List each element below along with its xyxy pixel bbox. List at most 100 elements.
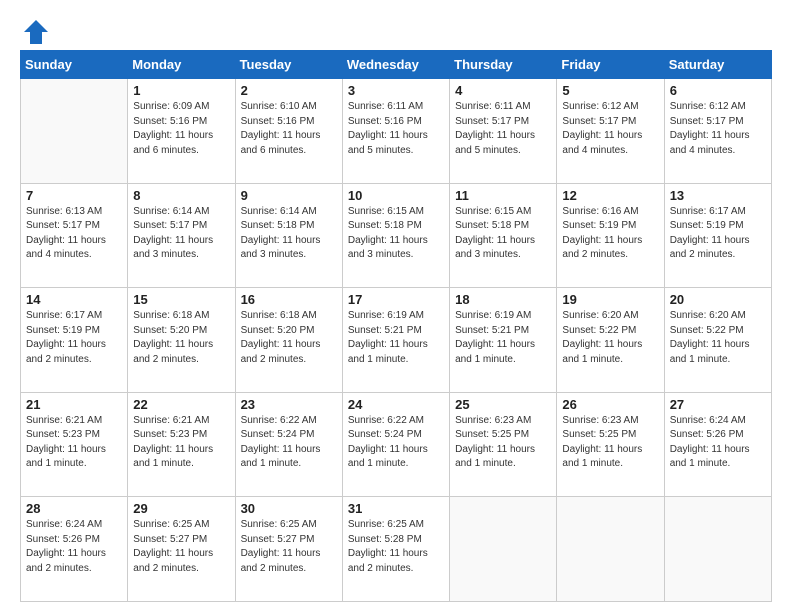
calendar-cell: 22 Sunrise: 6:21 AM Sunset: 5:23 PM Dayli… — [128, 392, 235, 497]
day-info: Sunrise: 6:25 AM Sunset: 5:27 PM Dayligh… — [241, 518, 337, 576]
weekday-header-row: SundayMondayTuesdayWednesdayThursdayFrid… — [21, 51, 772, 79]
calendar-cell: 4Sunrise: 6:11 AM Sunset: 5:17 PM Daylig… — [450, 79, 557, 184]
day-number: 19 — [562, 292, 658, 307]
day-number: 1 — [133, 83, 229, 98]
day-number: 4 — [455, 83, 551, 98]
calendar-cell — [557, 497, 664, 602]
day-info: Sunrise: 6:17 AM Sunset: 5:19 PM Dayligh… — [670, 205, 766, 263]
day-info: Sunrise: 6:21 AM Sunset: 5:23 PM Dayligh… — [133, 414, 229, 472]
calendar-week-3: 14 Sunrise: 6:17 AM Sunset: 5:19 PM Dayli… — [21, 288, 772, 393]
day-number: 29 — [133, 501, 229, 516]
day-info: Sunrise: 6:24 AM Sunset: 5:26 PM Dayligh… — [670, 414, 766, 472]
day-info: Sunrise: 6:24 AM Sunset: 5:26 PM Dayligh… — [26, 518, 122, 576]
calendar-week-1: 1 Sunrise: 6:09 AM Sunset: 5:16 PM Daylig… — [21, 79, 772, 184]
calendar-cell: 19 Sunrise: 6:20 AM Sunset: 5:22 PM Dayli… — [557, 288, 664, 393]
day-number: 11 — [455, 188, 551, 203]
calendar-cell: 28 Sunrise: 6:24 AM Sunset: 5:26 PM Dayli… — [21, 497, 128, 602]
day-number: 14 — [26, 292, 122, 307]
day-info: Sunrise: 6:13 AM Sunset: 5:17 PM Dayligh… — [26, 205, 122, 263]
day-info: Sunrise: 6:18 AM Sunset: 5:20 PM Dayligh… — [133, 309, 229, 367]
day-info: Sunrise: 6:15 AM Sunset: 5:18 PM Dayligh… — [348, 205, 444, 263]
weekday-header-monday: Monday — [128, 51, 235, 79]
day-info: Sunrise: 6:22 AM Sunset: 5:24 PM Dayligh… — [348, 414, 444, 472]
day-info: Sunrise: 6:09 AM Sunset: 5:16 PM Dayligh… — [133, 100, 229, 158]
day-number: 27 — [670, 397, 766, 412]
calendar-cell — [21, 79, 128, 184]
day-info: Sunrise: 6:11 AM Sunset: 5:16 PM Dayligh… — [348, 100, 444, 158]
logo — [20, 18, 50, 42]
day-info: Sunrise: 6:16 AM Sunset: 5:19 PM Dayligh… — [562, 205, 658, 263]
calendar-cell: 6Sunrise: 6:12 AM Sunset: 5:17 PM Daylig… — [664, 79, 771, 184]
day-number: 7 — [26, 188, 122, 203]
day-info: Sunrise: 6:12 AM Sunset: 5:17 PM Dayligh… — [670, 100, 766, 158]
calendar-cell: 24 Sunrise: 6:22 AM Sunset: 5:24 PM Dayli… — [342, 392, 449, 497]
day-number: 28 — [26, 501, 122, 516]
calendar-cell: 23 Sunrise: 6:22 AM Sunset: 5:24 PM Dayli… — [235, 392, 342, 497]
page: SundayMondayTuesdayWednesdayThursdayFrid… — [0, 0, 792, 612]
day-number: 10 — [348, 188, 444, 203]
day-number: 31 — [348, 501, 444, 516]
day-number: 16 — [241, 292, 337, 307]
header — [20, 18, 772, 42]
day-info: Sunrise: 6:10 AM Sunset: 5:16 PM Dayligh… — [241, 100, 337, 158]
day-number: 9 — [241, 188, 337, 203]
calendar-week-5: 28 Sunrise: 6:24 AM Sunset: 5:26 PM Dayli… — [21, 497, 772, 602]
calendar-week-4: 21 Sunrise: 6:21 AM Sunset: 5:23 PM Dayli… — [21, 392, 772, 497]
calendar-cell: 11 Sunrise: 6:15 AM Sunset: 5:18 PM Dayli… — [450, 183, 557, 288]
day-number: 21 — [26, 397, 122, 412]
day-info: Sunrise: 6:15 AM Sunset: 5:18 PM Dayligh… — [455, 205, 551, 263]
calendar-cell: 25 Sunrise: 6:23 AM Sunset: 5:25 PM Dayli… — [450, 392, 557, 497]
calendar-cell: 17Sunrise: 6:19 AM Sunset: 5:21 PM Dayli… — [342, 288, 449, 393]
calendar-cell: 9 Sunrise: 6:14 AM Sunset: 5:18 PM Daylig… — [235, 183, 342, 288]
day-info: Sunrise: 6:23 AM Sunset: 5:25 PM Dayligh… — [455, 414, 551, 472]
logo-icon — [22, 18, 50, 46]
calendar-cell: 15 Sunrise: 6:18 AM Sunset: 5:20 PM Dayli… — [128, 288, 235, 393]
day-info: Sunrise: 6:17 AM Sunset: 5:19 PM Dayligh… — [26, 309, 122, 367]
calendar-cell: 29Sunrise: 6:25 AM Sunset: 5:27 PM Dayli… — [128, 497, 235, 602]
day-number: 23 — [241, 397, 337, 412]
day-number: 8 — [133, 188, 229, 203]
calendar-cell: 1 Sunrise: 6:09 AM Sunset: 5:16 PM Daylig… — [128, 79, 235, 184]
calendar-cell: 5 Sunrise: 6:12 AM Sunset: 5:17 PM Daylig… — [557, 79, 664, 184]
day-info: Sunrise: 6:14 AM Sunset: 5:18 PM Dayligh… — [241, 205, 337, 263]
calendar-cell: 12 Sunrise: 6:16 AM Sunset: 5:19 PM Dayli… — [557, 183, 664, 288]
day-number: 3 — [348, 83, 444, 98]
day-info: Sunrise: 6:19 AM Sunset: 5:21 PM Dayligh… — [455, 309, 551, 367]
calendar-cell: 27 Sunrise: 6:24 AM Sunset: 5:26 PM Dayli… — [664, 392, 771, 497]
day-info: Sunrise: 6:18 AM Sunset: 5:20 PM Dayligh… — [241, 309, 337, 367]
calendar-cell — [450, 497, 557, 602]
calendar-cell: 8 Sunrise: 6:14 AM Sunset: 5:17 PM Daylig… — [128, 183, 235, 288]
day-info: Sunrise: 6:21 AM Sunset: 5:23 PM Dayligh… — [26, 414, 122, 472]
day-number: 15 — [133, 292, 229, 307]
day-number: 24 — [348, 397, 444, 412]
day-number: 25 — [455, 397, 551, 412]
weekday-header-thursday: Thursday — [450, 51, 557, 79]
calendar-cell: 14 Sunrise: 6:17 AM Sunset: 5:19 PM Dayli… — [21, 288, 128, 393]
calendar-cell: 26Sunrise: 6:23 AM Sunset: 5:25 PM Dayli… — [557, 392, 664, 497]
day-number: 5 — [562, 83, 658, 98]
day-number: 22 — [133, 397, 229, 412]
weekday-header-friday: Friday — [557, 51, 664, 79]
calendar-cell — [664, 497, 771, 602]
day-info: Sunrise: 6:23 AM Sunset: 5:25 PM Dayligh… — [562, 414, 658, 472]
calendar-cell: 20Sunrise: 6:20 AM Sunset: 5:22 PM Dayli… — [664, 288, 771, 393]
calendar-cell: 18Sunrise: 6:19 AM Sunset: 5:21 PM Dayli… — [450, 288, 557, 393]
calendar-cell: 16 Sunrise: 6:18 AM Sunset: 5:20 PM Dayli… — [235, 288, 342, 393]
calendar-cell: 2Sunrise: 6:10 AM Sunset: 5:16 PM Daylig… — [235, 79, 342, 184]
calendar-week-2: 7 Sunrise: 6:13 AM Sunset: 5:17 PM Daylig… — [21, 183, 772, 288]
calendar-cell: 21 Sunrise: 6:21 AM Sunset: 5:23 PM Dayli… — [21, 392, 128, 497]
day-info: Sunrise: 6:12 AM Sunset: 5:17 PM Dayligh… — [562, 100, 658, 158]
weekday-header-tuesday: Tuesday — [235, 51, 342, 79]
day-number: 13 — [670, 188, 766, 203]
calendar-cell: 3 Sunrise: 6:11 AM Sunset: 5:16 PM Daylig… — [342, 79, 449, 184]
calendar-cell: 13 Sunrise: 6:17 AM Sunset: 5:19 PM Dayli… — [664, 183, 771, 288]
day-number: 12 — [562, 188, 658, 203]
day-info: Sunrise: 6:20 AM Sunset: 5:22 PM Dayligh… — [562, 309, 658, 367]
weekday-header-wednesday: Wednesday — [342, 51, 449, 79]
day-number: 17 — [348, 292, 444, 307]
day-info: Sunrise: 6:22 AM Sunset: 5:24 PM Dayligh… — [241, 414, 337, 472]
calendar-cell: 10 Sunrise: 6:15 AM Sunset: 5:18 PM Dayli… — [342, 183, 449, 288]
calendar-cell: 31Sunrise: 6:25 AM Sunset: 5:28 PM Dayli… — [342, 497, 449, 602]
calendar-cell: 7 Sunrise: 6:13 AM Sunset: 5:17 PM Daylig… — [21, 183, 128, 288]
day-info: Sunrise: 6:14 AM Sunset: 5:17 PM Dayligh… — [133, 205, 229, 263]
